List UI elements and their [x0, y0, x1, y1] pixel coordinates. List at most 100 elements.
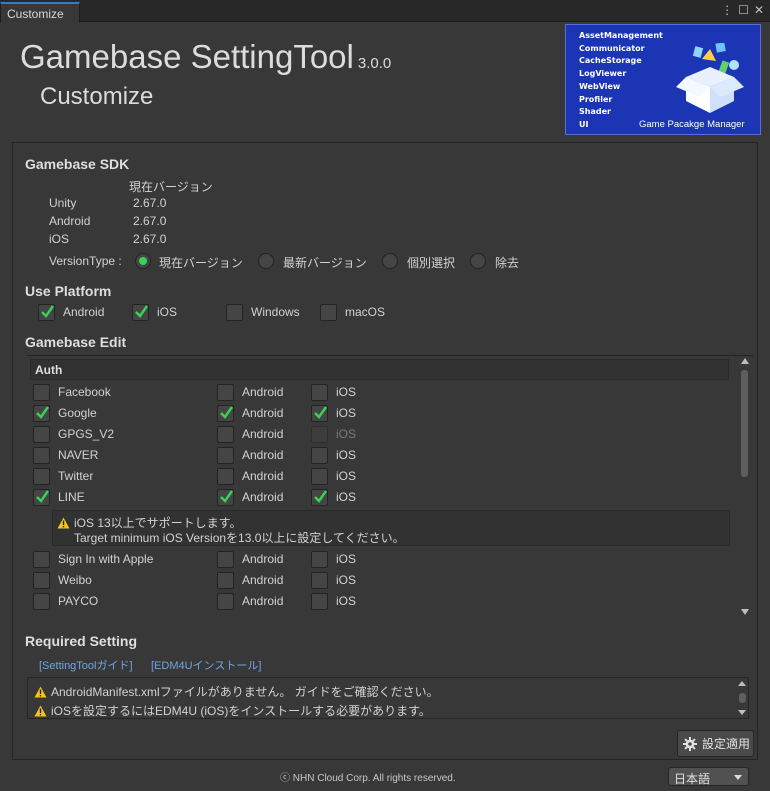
- checkbox-gpgs-v2-android[interactable]: [217, 426, 234, 443]
- current-version-label: 現在バージョン: [129, 180, 213, 194]
- gpgs-v2-android-label[interactable]: Android: [242, 427, 283, 441]
- checkbox-auth-weibo[interactable]: [33, 572, 50, 589]
- auth-label-google[interactable]: Google: [58, 406, 97, 420]
- checkbox-sign-in-with-apple-android[interactable]: [217, 551, 234, 568]
- sign-in-with-apple-ios-label[interactable]: iOS: [336, 552, 356, 566]
- radio-individual-select[interactable]: [382, 253, 398, 269]
- payco-ios-label[interactable]: iOS: [336, 594, 356, 608]
- scroll-down-arrow[interactable]: [741, 609, 749, 615]
- checkbox-twitter-ios[interactable]: [311, 468, 328, 485]
- checkbox-weibo-ios[interactable]: [311, 572, 328, 589]
- radio-current-version[interactable]: [135, 253, 151, 269]
- checkbox-auth-line[interactable]: [33, 489, 50, 506]
- apply-settings-button[interactable]: 設定適用: [677, 730, 754, 757]
- auth-label-twitter[interactable]: Twitter: [58, 469, 93, 483]
- checkbox-weibo-android[interactable]: [217, 572, 234, 589]
- checkbox-auth-gpgs-v2[interactable]: [33, 426, 50, 443]
- radio-latest-version[interactable]: [258, 253, 274, 269]
- radio-label-current[interactable]: 現在バージョン: [159, 254, 243, 271]
- checkbox-twitter-android[interactable]: [217, 468, 234, 485]
- checkbox-payco-ios[interactable]: [311, 593, 328, 610]
- radio-label-remove[interactable]: 除去: [495, 254, 519, 271]
- checkbox-naver-android[interactable]: [217, 447, 234, 464]
- auth-label-line[interactable]: LINE: [58, 490, 85, 504]
- checkbox-sign-in-with-apple-ios[interactable]: [311, 551, 328, 568]
- naver-ios-label[interactable]: iOS: [336, 448, 356, 462]
- tab-customize[interactable]: Customize: [0, 2, 80, 23]
- weibo-android-label[interactable]: Android: [242, 573, 283, 587]
- checkbox-auth-twitter[interactable]: [33, 468, 50, 485]
- auth-label-sign-in-with-apple[interactable]: Sign In with Apple: [58, 552, 153, 566]
- platform-label-android[interactable]: Android: [63, 305, 104, 319]
- payco-android-label[interactable]: Android: [242, 594, 283, 608]
- check-icon: [36, 406, 49, 419]
- required-message-text-1: AndroidManifest.xmlファイルがありません。 ガイドをご確認くだ…: [51, 685, 439, 699]
- banner-item: LogViewer: [579, 69, 627, 79]
- title-text: Gamebase SettingTool: [20, 38, 354, 75]
- checkbox-line-ios[interactable]: [311, 489, 328, 506]
- checkbox-platform-ios[interactable]: [132, 304, 149, 321]
- close-icon[interactable]: ✕: [754, 4, 764, 16]
- checkbox-google-ios[interactable]: [311, 405, 328, 422]
- google-android-label[interactable]: Android: [242, 406, 283, 420]
- auth-label-facebook[interactable]: Facebook: [58, 385, 111, 399]
- gear-icon: [683, 736, 697, 751]
- scroll-thumb[interactable]: [739, 693, 746, 703]
- auth-section-header: Auth: [30, 359, 729, 380]
- check-icon: [41, 305, 54, 318]
- language-dropdown[interactable]: 日本語: [668, 767, 749, 786]
- radio-remove[interactable]: [470, 253, 486, 269]
- checkbox-auth-payco[interactable]: [33, 593, 50, 610]
- check-icon: [36, 490, 49, 503]
- checkbox-facebook-ios[interactable]: [311, 384, 328, 401]
- auth-label-gpgs-v2[interactable]: GPGS_V2: [58, 427, 114, 441]
- link-setting-tool-guide[interactable]: [SettingToolガイド]: [39, 657, 133, 673]
- chevron-down-icon: [734, 775, 742, 780]
- platform-label-windows[interactable]: Windows: [251, 305, 300, 319]
- checkbox-naver-ios[interactable]: [311, 447, 328, 464]
- line-android-label[interactable]: Android: [242, 490, 283, 504]
- checkbox-platform-windows[interactable]: [226, 304, 243, 321]
- radio-label-individual[interactable]: 個別選択: [407, 254, 455, 271]
- checkbox-auth-google[interactable]: [33, 405, 50, 422]
- checkbox-auth-facebook[interactable]: [33, 384, 50, 401]
- auth-scrollbar[interactable]: [739, 356, 751, 617]
- scroll-up-arrow[interactable]: [741, 358, 749, 364]
- facebook-android-label[interactable]: Android: [242, 385, 283, 399]
- checkbox-google-android[interactable]: [217, 405, 234, 422]
- checkbox-platform-android[interactable]: [38, 304, 55, 321]
- version-value-android: 2.67.0: [133, 214, 167, 228]
- checkbox-platform-macos[interactable]: [320, 304, 337, 321]
- platform-label-ios[interactable]: iOS: [157, 305, 177, 319]
- messages-scrollbar[interactable]: [737, 680, 747, 716]
- more-menu-icon[interactable]: ⋮: [721, 4, 733, 16]
- naver-android-label[interactable]: Android: [242, 448, 283, 462]
- platform-label-macos[interactable]: macOS: [345, 305, 385, 319]
- auth-label-naver[interactable]: NAVER: [58, 448, 98, 462]
- checkbox-line-android[interactable]: [217, 489, 234, 506]
- sign-in-with-apple-android-label[interactable]: Android: [242, 552, 283, 566]
- banner-item-list: AssetManagement Communicator CacheStorag…: [579, 30, 663, 132]
- twitter-android-label[interactable]: Android: [242, 469, 283, 483]
- scroll-thumb[interactable]: [741, 370, 748, 477]
- radio-label-latest[interactable]: 最新バージョン: [283, 254, 367, 271]
- auth-list: Auth Facebook Android iOS Google Android iOS G…: [27, 355, 753, 619]
- checkbox-facebook-android[interactable]: [217, 384, 234, 401]
- auth-label-payco[interactable]: PAYCO: [58, 594, 98, 608]
- twitter-ios-label[interactable]: iOS: [336, 469, 356, 483]
- platform-heading: Use Platform: [25, 283, 112, 299]
- facebook-ios-label[interactable]: iOS: [336, 385, 356, 399]
- scroll-down-arrow[interactable]: [738, 710, 746, 715]
- checkbox-auth-naver[interactable]: [33, 447, 50, 464]
- link-edm4u-install[interactable]: [EDM4Uインストール]: [151, 657, 261, 673]
- weibo-ios-label[interactable]: iOS: [336, 573, 356, 587]
- checkbox-auth-sign-in-with-apple[interactable]: [33, 551, 50, 568]
- scroll-up-arrow[interactable]: [738, 681, 746, 686]
- checkbox-payco-android[interactable]: [217, 593, 234, 610]
- line-ios-label[interactable]: iOS: [336, 490, 356, 504]
- google-ios-label[interactable]: iOS: [336, 406, 356, 420]
- maximize-icon[interactable]: ☐: [738, 4, 749, 16]
- game-package-manager-banner[interactable]: AssetManagement Communicator CacheStorag…: [565, 24, 761, 135]
- warning-icon: [34, 686, 47, 698]
- auth-label-weibo[interactable]: Weibo: [58, 573, 92, 587]
